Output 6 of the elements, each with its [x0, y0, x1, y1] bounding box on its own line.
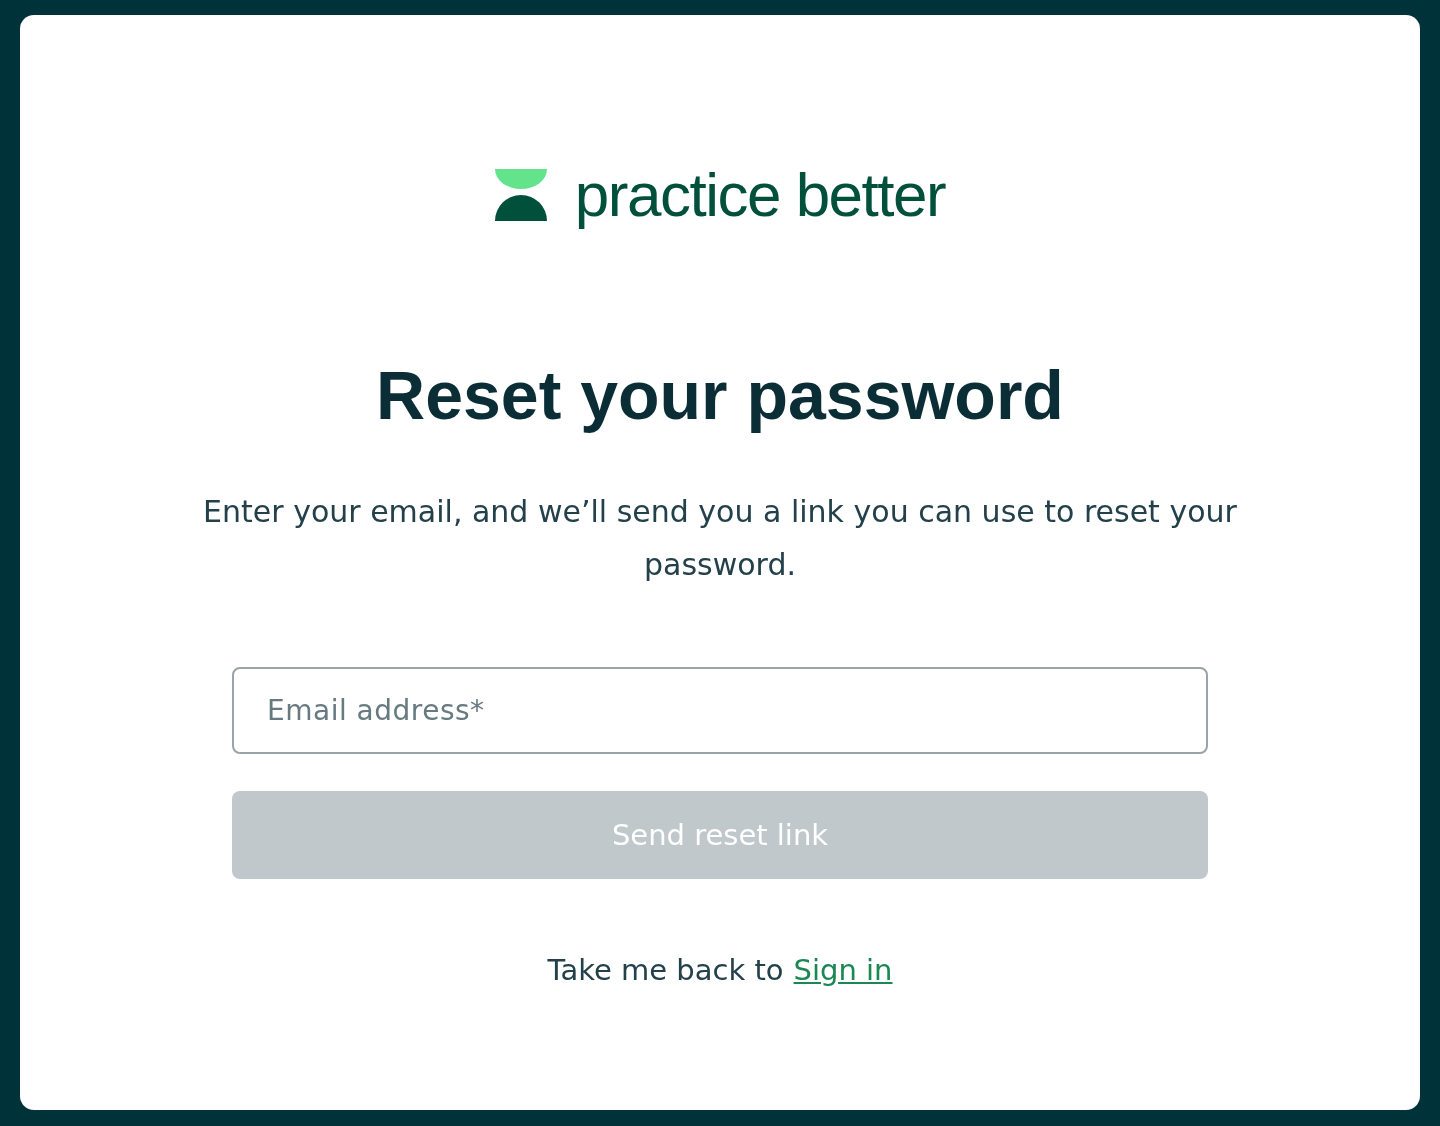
logo-icon — [494, 169, 547, 221]
description-text: Enter your email, and we’ll send you a link you can use to reset your password. — [202, 492, 1238, 584]
sign-in-link[interactable]: Sign in — [793, 952, 893, 987]
email-field[interactable]: Email address* — [232, 666, 1208, 754]
back-text: Take me back to — [547, 952, 784, 987]
page-title: Reset your password — [376, 356, 1064, 435]
